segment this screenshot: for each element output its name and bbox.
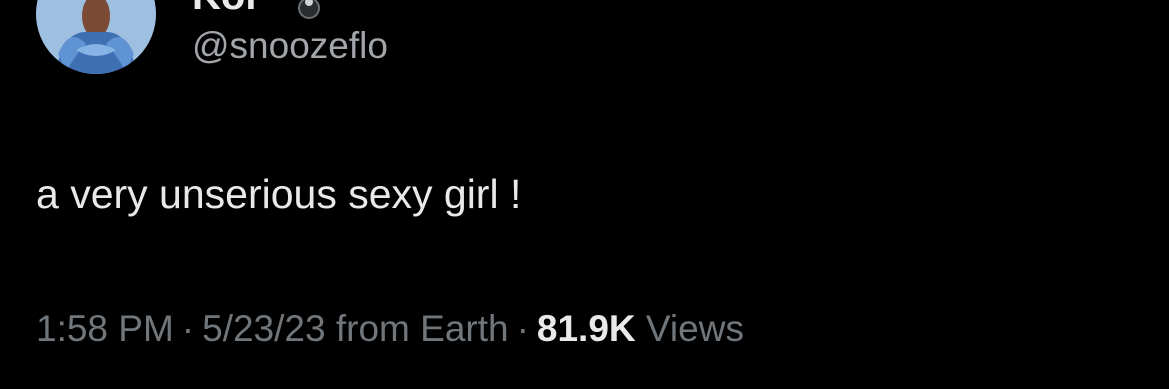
meta-separator: · <box>181 308 195 349</box>
views-label: Views <box>645 308 744 349</box>
meta-separator: · <box>516 308 529 349</box>
avatar-photo-icon <box>36 0 156 74</box>
author-avatar[interactable] <box>36 0 156 74</box>
tweet-meta: 1:58 PM · 5/23/23 from Earth · 81.9K Views <box>36 305 744 353</box>
author-display-name[interactable]: Kor <box>192 0 261 18</box>
tweet-date[interactable]: 5/23/23 <box>202 308 325 349</box>
tweet-text: a very unserious sexy girl ! <box>36 171 522 217</box>
tweet-time[interactable]: 1:58 PM <box>36 308 174 349</box>
tweet-source: from Earth <box>335 308 509 349</box>
tweet-container: Kor @snoozeflo a very unserious sexy gir… <box>0 0 1169 389</box>
views-count[interactable]: 81.9K <box>537 308 636 349</box>
emoji-badge-icon <box>298 0 320 19</box>
author-handle[interactable]: @snoozeflo <box>192 24 388 68</box>
